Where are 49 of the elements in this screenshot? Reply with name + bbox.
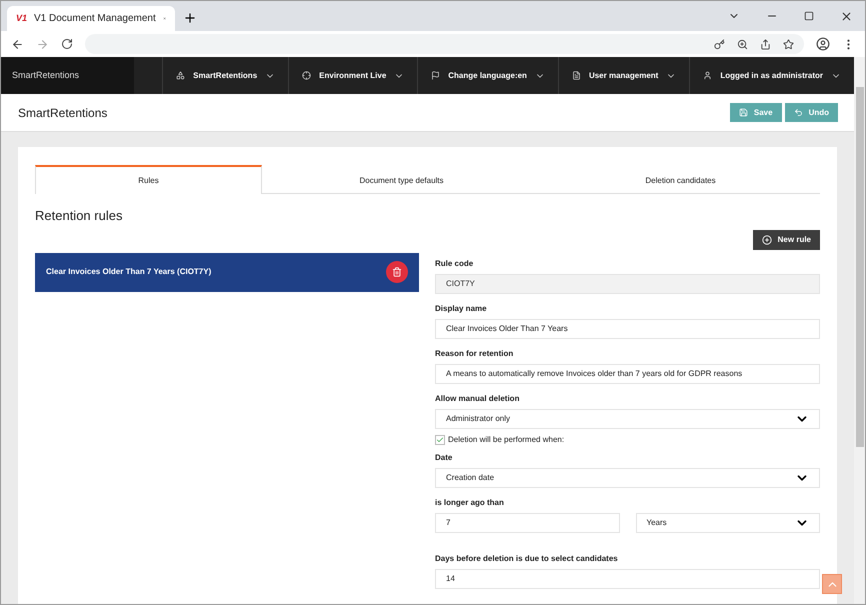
brand-name: SmartRetentions <box>12 68 80 82</box>
field-label: Days before deletion is due to select candidates <box>435 552 619 564</box>
section-title: Retention rules <box>35 207 124 225</box>
tab[interactable]: Document type defaults <box>262 165 541 194</box>
zoom-icon[interactable] <box>737 38 748 50</box>
new-rule-button[interactable]: New rule <box>752 230 820 250</box>
share-icon[interactable] <box>760 38 771 50</box>
bookmark-star-icon[interactable] <box>783 38 794 50</box>
browser-tab-title[interactable]: V1 Document Management <box>34 11 156 26</box>
maximize-icon[interactable] <box>804 11 814 21</box>
dropdown-field[interactable]: Creation date <box>435 468 820 488</box>
rule-code-field: CIOT7Y <box>435 274 820 294</box>
checkbox[interactable] <box>435 434 445 444</box>
checkbox-label: Deletion will be performed when: <box>448 434 564 446</box>
undo-icon <box>794 108 803 117</box>
profile-icon[interactable] <box>816 37 830 51</box>
dropdown-field[interactable]: Administrator only <box>435 408 820 428</box>
number-field[interactable]: 7 <box>435 512 620 532</box>
nav-item-icon <box>703 71 712 80</box>
new-tab-icon[interactable] <box>183 11 197 25</box>
check-icon <box>436 436 444 444</box>
field-label: Allow manual deletion <box>435 392 520 404</box>
text-field[interactable]: Clear Invoices Older Than 7 Years <box>435 318 820 338</box>
nav-item-icon <box>431 71 440 80</box>
unit-dropdown[interactable]: Years <box>636 512 820 532</box>
nav-item-icon <box>572 71 581 80</box>
text-field[interactable]: A means to automatically remove Invoices older than 7 years old for GDPR reasons <box>435 364 820 384</box>
scrollbar[interactable] <box>854 57 865 604</box>
nav-item-icon <box>176 71 186 80</box>
field-label: is longer ago than <box>435 496 505 508</box>
plus-circle-icon <box>762 234 772 244</box>
trash-icon <box>392 267 402 277</box>
tab[interactable]: Deletion candidates <box>541 165 820 194</box>
field-label: Rule code <box>435 258 474 270</box>
text-field[interactable]: 14 <box>435 568 820 588</box>
field-label: Date <box>435 452 454 464</box>
key-icon[interactable] <box>714 38 725 50</box>
close-window-icon[interactable] <box>840 10 853 22</box>
rule-list-item[interactable]: Clear Invoices Older Than 7 Years (CIOT7Y) <box>35 252 419 292</box>
field-label: Reason for retention <box>435 348 514 360</box>
save-icon <box>738 108 748 117</box>
nav-item-icon <box>302 71 312 80</box>
tab[interactable]: Rules <box>35 165 262 194</box>
delete-button[interactable] <box>386 261 408 283</box>
page-title: SmartRetentions <box>18 104 108 122</box>
site-logo: V1 <box>16 12 28 25</box>
reload-icon[interactable] <box>61 38 73 50</box>
field-label: Display name <box>435 302 488 314</box>
back-icon[interactable] <box>11 38 24 50</box>
